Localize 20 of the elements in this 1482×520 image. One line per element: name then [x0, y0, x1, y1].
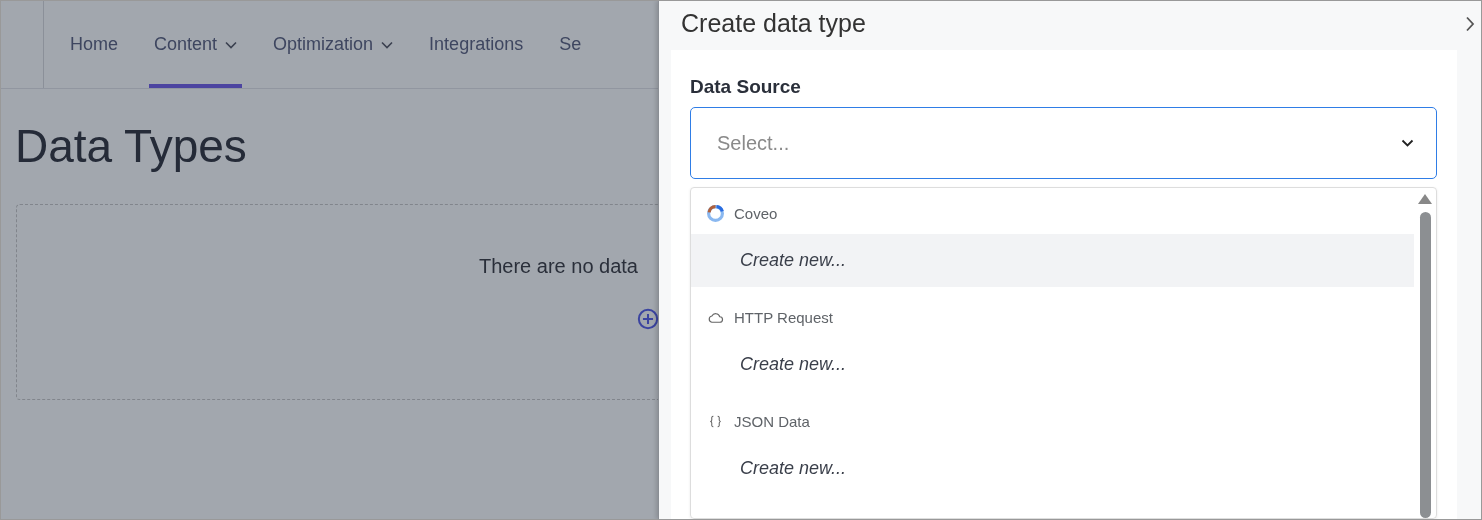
group-label: HTTP Request [734, 308, 833, 326]
panel-title: Create data type [681, 9, 866, 38]
select-field[interactable]: Select... [690, 107, 1437, 179]
collapse-icon[interactable] [1465, 15, 1475, 32]
nav-tab[interactable]: Optimization [268, 1, 399, 88]
menu-option[interactable]: Create new... [691, 442, 1414, 495]
nav-tab[interactable]: Content [149, 1, 243, 88]
scroll-up-icon[interactable] [1418, 194, 1432, 204]
nav-tab[interactable]: Se [554, 1, 587, 88]
add-icon[interactable] [637, 308, 659, 330]
logo-icon [707, 204, 724, 222]
group-label: Coveo [734, 204, 778, 222]
chevron-icon [1401, 139, 1414, 147]
menu-option[interactable]: Create new... [691, 234, 1414, 287]
field-label: Data Source [690, 76, 802, 98]
menu-option[interactable]: Create new... [691, 338, 1414, 391]
nav-tab[interactable]: Home [65, 1, 123, 88]
empty-message: There are no data [479, 255, 638, 278]
group-label: JSON Data [734, 412, 810, 430]
nav-tab[interactable]: Integrations [424, 1, 529, 88]
